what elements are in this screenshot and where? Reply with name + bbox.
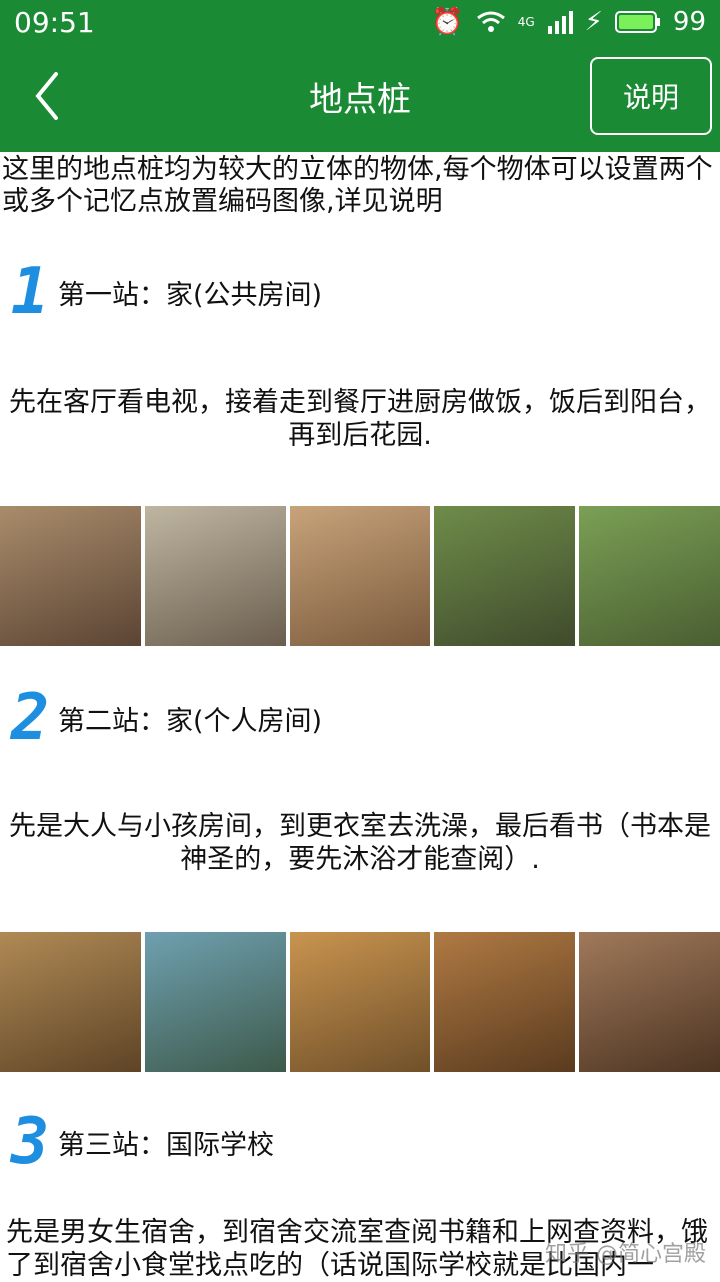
stop-title-2: 第二站：家(个人房间): [58, 705, 323, 737]
stop-number-1: 1: [10, 255, 50, 329]
kitchen-image[interactable]: [289, 506, 431, 646]
stop-header-2: 2 第二站：家(个人房间): [8, 681, 323, 755]
charging-icon: ⚡: [584, 7, 603, 37]
play-room-image[interactable]: [144, 932, 286, 1072]
bathroom-image[interactable]: [434, 932, 576, 1072]
battery-icon: [614, 11, 660, 33]
battery-level: 99: [672, 7, 706, 37]
stop-desc-2: 先是大人与小孩房间，到更衣室去洗澡，最后看书（书本是神圣的，要先沐浴才能查阅）.: [9, 811, 711, 875]
balcony-image[interactable]: [434, 506, 576, 646]
garden-image[interactable]: [579, 506, 720, 646]
status-icons: ⏰ 4G ⚡ 99: [431, 7, 706, 37]
stop-images-2: [0, 932, 720, 1072]
signal-icon: [547, 11, 573, 34]
dressing-room-image[interactable]: [289, 932, 431, 1072]
status-time: 09:51: [14, 5, 95, 39]
intro-text: 这里的地点桩均为较大的立体的物体,每个物体可以设置两个或多个记忆点放置编码图像,…: [2, 154, 713, 217]
stop-images-1: [0, 506, 720, 646]
stop-header-1: 1 第一站：家(公共房间): [8, 255, 323, 329]
stop-title-3: 第三站：国际学校: [58, 1129, 274, 1161]
stop-number-3: 3: [10, 1105, 50, 1179]
app-bar: 地点桩 说明: [0, 44, 720, 152]
dining-room-image[interactable]: [144, 506, 286, 646]
study-image[interactable]: [579, 932, 720, 1072]
help-button[interactable]: 说明: [590, 57, 712, 135]
alarm-icon: ⏰: [431, 7, 464, 37]
watermark: 知乎 @简心宫殿: [545, 1242, 706, 1267]
network-type: 4G: [517, 15, 535, 29]
status-bar: 09:51 ⏰ 4G ⚡ 99: [0, 0, 720, 44]
stop-title-1: 第一站：家(公共房间): [58, 279, 323, 311]
stop-desc-1: 先在客厅看电视，接着走到餐厅进厨房做饭，饭后到阳台，再到后花园.: [9, 387, 711, 451]
stop-header-3: 3 第三站：国际学校: [8, 1105, 274, 1179]
living-room-image[interactable]: [0, 506, 141, 646]
stop-number-2: 2: [10, 681, 50, 755]
kids-room-image[interactable]: [0, 932, 141, 1072]
wifi-icon: [476, 11, 505, 32]
